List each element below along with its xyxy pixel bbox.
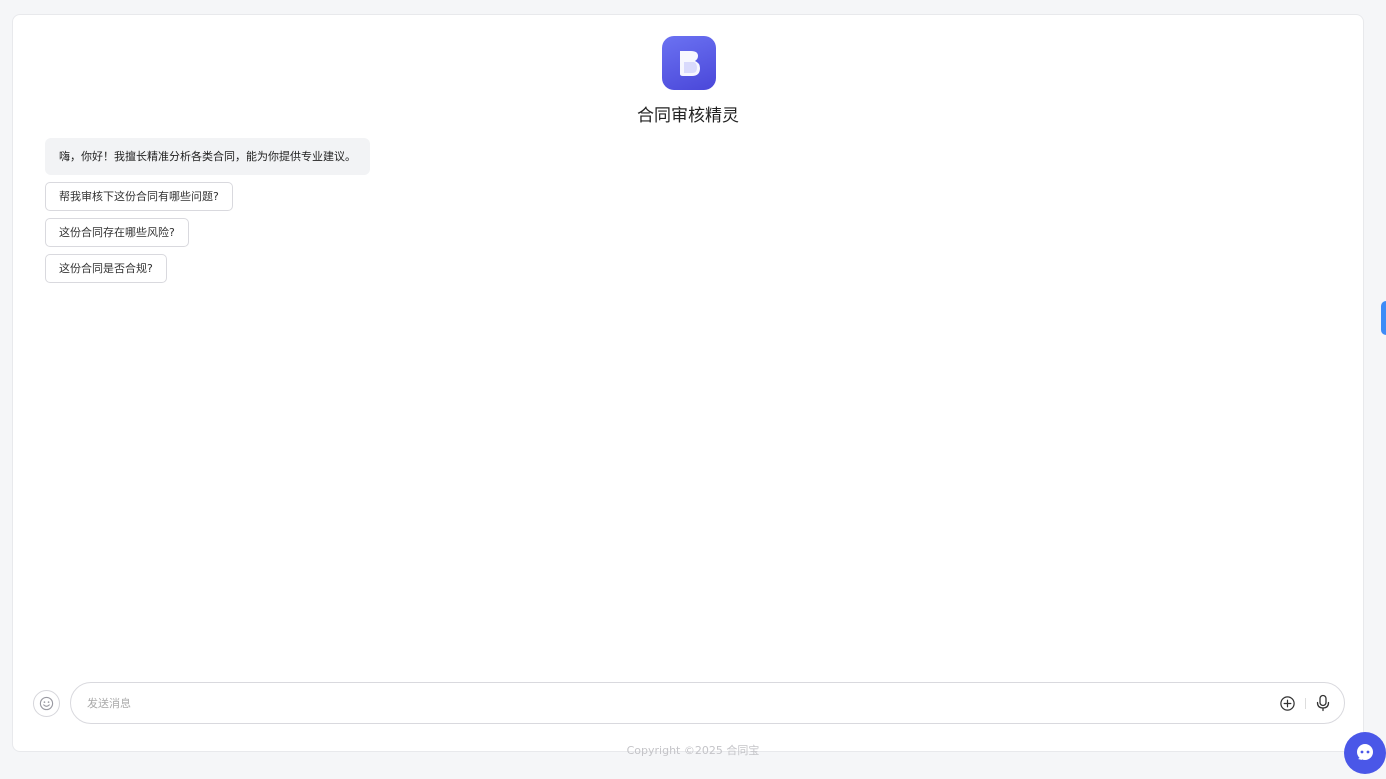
side-tab-icon[interactable]: [1381, 301, 1386, 335]
voice-button[interactable]: [1315, 694, 1331, 712]
message-composer: [70, 682, 1345, 724]
microphone-icon: [1316, 694, 1330, 712]
assistant-icon: [1357, 744, 1373, 760]
greeting-message: 嗨，你好！我擅长精准分析各类合同，能为你提供专业建议。: [45, 138, 370, 175]
footer-copyright: Copyright ©2025 合同宝: [626, 744, 760, 757]
suggestion-button-3[interactable]: 这份合同是否合规?: [45, 254, 167, 283]
attach-button[interactable]: [1279, 695, 1296, 712]
page-title: 合同审核精灵: [637, 106, 739, 126]
assistant-button[interactable]: [1344, 732, 1386, 774]
message-input[interactable]: [87, 683, 1237, 723]
emoji-button[interactable]: [33, 690, 60, 717]
smile-icon: [39, 696, 54, 711]
suggestion-button-1[interactable]: 帮我审核下这份合同有哪些问题?: [45, 182, 233, 211]
app-logo-glyph: [680, 51, 700, 76]
plus-circle-icon: [1280, 696, 1295, 711]
app-logo-icon: [662, 36, 716, 90]
chat-card: 合同审核精灵 嗨，你好！我擅长精准分析各类合同，能为你提供专业建议。 帮我审核下…: [12, 14, 1364, 752]
composer-divider: [1305, 698, 1306, 709]
suggestion-button-2[interactable]: 这份合同存在哪些风险?: [45, 218, 189, 247]
